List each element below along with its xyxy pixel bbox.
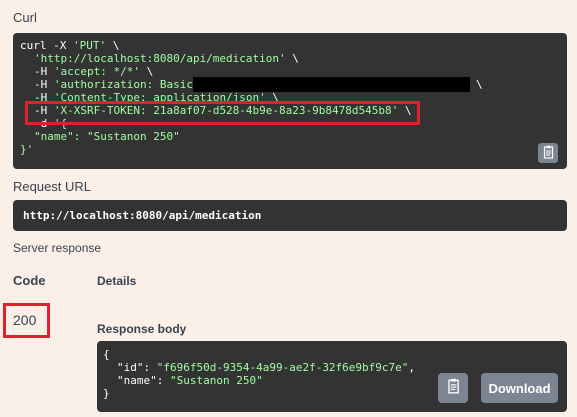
response-body-label: Response body [97, 322, 187, 336]
details-column-header: Details [97, 274, 137, 288]
request-url-value[interactable]: http://localhost:8080/api/medication [13, 200, 567, 231]
curl-line-4: -H 'authorization: Basic [34, 78, 200, 91]
request-url-label: Request URL [13, 179, 92, 194]
clipboard-icon [446, 378, 460, 399]
xsrf-token-highlight [25, 101, 420, 125]
curl-line-3: -H 'accept: */*' \ [34, 65, 154, 78]
server-response-label: Server response [13, 241, 102, 255]
curl-label: Curl [13, 10, 37, 25]
curl-line-4-continuation: \ [476, 78, 483, 91]
redacted-credentials [193, 77, 470, 92]
clipboard-icon [542, 145, 554, 162]
curl-line-2: 'http://localhost:8080/api/medication' \ [34, 52, 299, 65]
curl-line-9: }' [20, 143, 34, 156]
curl-line-8: "name": "Sustanon 250" [34, 130, 180, 143]
response-line-1: { [103, 348, 110, 361]
copy-response-button[interactable] [438, 373, 468, 403]
curl-line-1: curl -X 'PUT' \ [20, 39, 120, 52]
copy-curl-button[interactable] [538, 143, 558, 163]
status-code-highlight [3, 303, 50, 338]
response-line-4: } [103, 387, 110, 400]
response-line-2: "id": "f696f50d-9354-4a99-ae2f-32f6e9bf9… [117, 361, 416, 374]
download-button[interactable]: Download [481, 373, 558, 403]
code-column-header: Code [13, 273, 46, 288]
response-line-3: "name": "Sustanon 250" [117, 374, 263, 387]
